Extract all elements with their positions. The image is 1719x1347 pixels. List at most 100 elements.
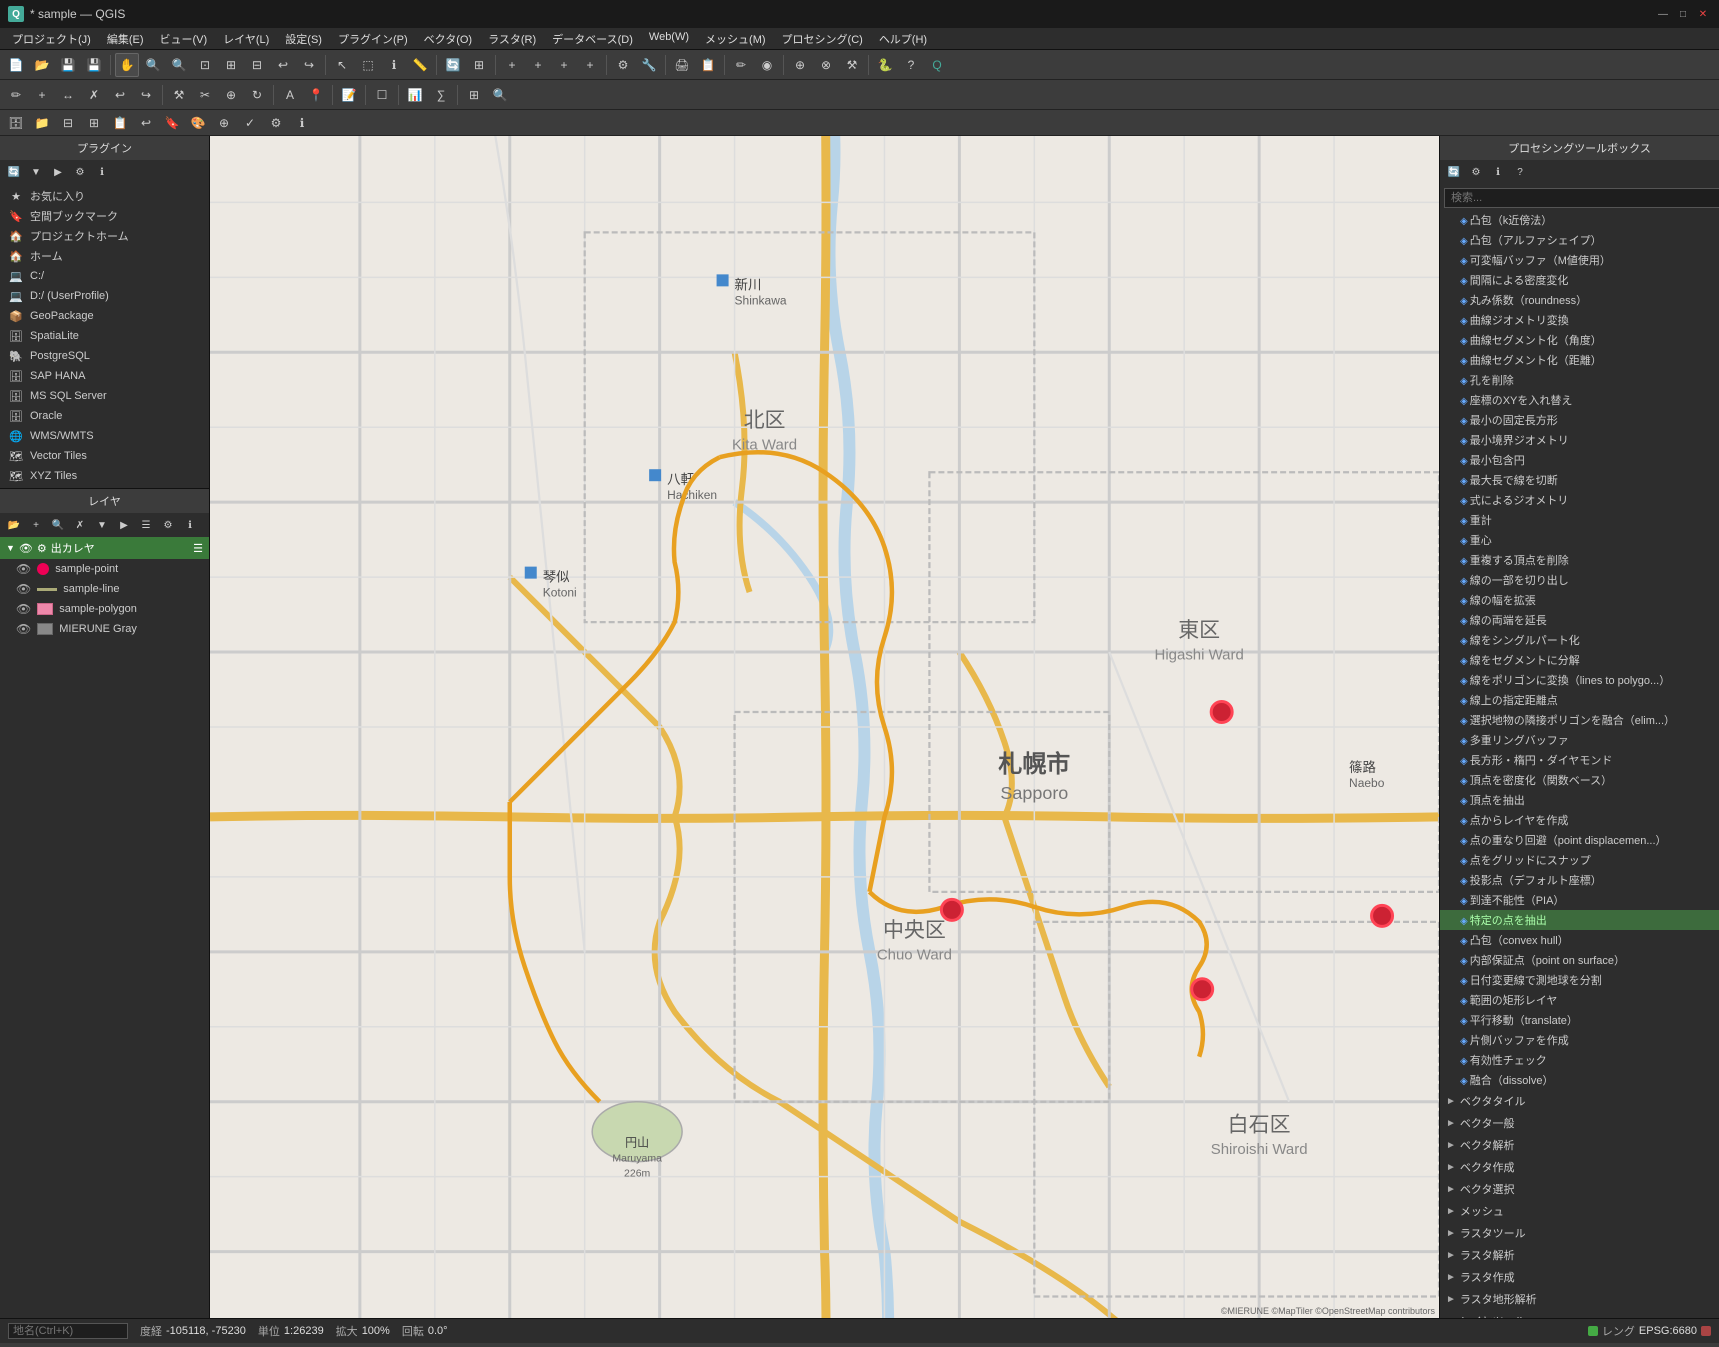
digitize-btn[interactable]: ✏ xyxy=(729,53,753,77)
menu-item-------p-[interactable]: プラグイン(P) xyxy=(330,29,416,49)
tool-item---[interactable]: ◈重計 xyxy=(1440,510,1719,530)
select-rect-btn[interactable]: ⬚ xyxy=(356,53,380,77)
menu-item-----l-[interactable]: レイヤ(L) xyxy=(215,29,277,49)
add-feature-btn[interactable]: + xyxy=(30,83,54,107)
plugin-item----[interactable]: 🏠ホーム xyxy=(0,246,209,266)
field-calc-btn[interactable]: ∑ xyxy=(429,83,453,107)
tool-category------[interactable]: ►ベクタ作成 xyxy=(1440,1156,1719,1178)
tool-item----------[interactable]: ◈線の一部を切り出し xyxy=(1440,570,1719,590)
filter-btn[interactable]: ⊞ xyxy=(462,83,486,107)
tool-item--------[interactable]: ◈特定の点を抽出 xyxy=(1440,910,1719,930)
tool-item----------[interactable]: ◈間隔による密度変化 xyxy=(1440,270,1719,290)
annotation-btn[interactable]: 📝 xyxy=(337,83,361,107)
select-btn[interactable]: ↖ xyxy=(330,53,354,77)
menu-item--------j-[interactable]: プロジェクト(J) xyxy=(4,29,99,49)
menubar-items[interactable]: プロジェクト(J)編集(E)ビュー(V)レイヤ(L)設定(S)プラグイン(P)ベ… xyxy=(4,29,935,49)
tool-item-------------[interactable]: ◈凸包（アルファシェイプ） xyxy=(1440,230,1719,250)
menu-item-----r-[interactable]: ラスタ(R) xyxy=(480,29,544,49)
tool-category------[interactable]: ►ベクタ選択 xyxy=(1440,1178,1719,1200)
plugin-item-sap-hana[interactable]: 🗄SAP HANA xyxy=(0,366,209,386)
tool-category-------[interactable]: ►ラスタツール xyxy=(1440,1222,1719,1244)
stats-btn[interactable]: 📊 xyxy=(403,83,427,107)
tool-item---[interactable]: ◈重心 xyxy=(1440,530,1719,550)
edit-feature-btn[interactable]: ✏ xyxy=(4,83,28,107)
plugin-item------[interactable]: ★お気に入り xyxy=(0,186,209,206)
tool-item-------[interactable]: ◈線の幅を拡張 xyxy=(1440,590,1719,610)
plugin-item-postgresql[interactable]: 🐘PostgreSQL xyxy=(0,346,209,366)
plugin-item-xyz-tiles[interactable]: 🗺XYZ Tiles xyxy=(0,466,209,486)
identify-btn[interactable]: ℹ xyxy=(382,53,406,77)
topology-check-btn[interactable]: ✓ xyxy=(238,111,262,135)
tool-item------[interactable]: ◈頂点を抽出 xyxy=(1440,790,1719,810)
tool-item--------[interactable]: ◈有効性チェック xyxy=(1440,1050,1719,1070)
plugin-item----------[interactable]: 🏠プロジェクトホーム xyxy=(0,226,209,246)
python-btn[interactable]: 🐍 xyxy=(873,53,897,77)
snap-btn[interactable]: ⊕ xyxy=(788,53,812,77)
menu-item----e-[interactable]: 編集(E) xyxy=(99,29,152,49)
epsg-value[interactable]: EPSG:6680 xyxy=(1639,1325,1697,1337)
minimize-button[interactable]: — xyxy=(1655,6,1671,22)
plugin-item-spatialite[interactable]: 🗄SpatiaLite xyxy=(0,326,209,346)
info2-btn[interactable]: ℹ xyxy=(290,111,314,135)
tool-item---------point-displacemen----[interactable]: ◈点の重なり回避（point displacemen...） xyxy=(1440,830,1719,850)
menu-item--------c-[interactable]: プロセシング(C) xyxy=(774,29,871,49)
tool-category------[interactable]: ►ベクタ解析 xyxy=(1440,1134,1719,1156)
layer-settings-btn[interactable]: ⚙ xyxy=(158,515,178,535)
tool-item--------------[interactable]: ◈頂点を密度化（関数ベース） xyxy=(1440,770,1719,790)
tool-item------roundness-[interactable]: ◈丸み係数（roundness） xyxy=(1440,290,1719,310)
pan-back-btn[interactable]: ↪ xyxy=(297,53,321,77)
menu-item-----v-[interactable]: ビュー(V) xyxy=(152,29,216,49)
tool-item-------------[interactable]: ◈投影点（デフォルト座標） xyxy=(1440,870,1719,890)
processing-btn[interactable]: ⚙ xyxy=(611,53,635,77)
rotate-btn[interactable]: ↻ xyxy=(245,83,269,107)
tool-item----------[interactable]: ◈式によるジオメトリ xyxy=(1440,490,1719,510)
undo-history-btn[interactable]: ↩ xyxy=(134,111,158,135)
tool-category------[interactable]: ►ラスタ作成 xyxy=(1440,1266,1719,1288)
tool-item-----------[interactable]: ◈線をセグメントに分解 xyxy=(1440,650,1719,670)
move-btn[interactable]: ↔ xyxy=(56,83,80,107)
tool-category------[interactable]: ►ベクタ一般 xyxy=(1440,1112,1719,1134)
layer-visibility-icon[interactable]: 👁 xyxy=(16,602,31,616)
qgis-btn[interactable]: Q xyxy=(925,53,949,77)
plugin-expand-btn[interactable]: ▶ xyxy=(48,162,68,182)
advanced-edit-btn[interactable]: ⚒ xyxy=(167,83,191,107)
deselect-all-btn[interactable]: ☐ xyxy=(370,83,394,107)
tool-item-------------[interactable]: ◈日付変更線で測地球を分割 xyxy=(1440,970,1719,990)
tool-item----dissolve-[interactable]: ◈融合（dissolve） xyxy=(1440,1070,1719,1090)
layer-visibility-icon[interactable]: 👁 xyxy=(16,562,31,576)
tool-item----------------elim----[interactable]: ◈選択地物の隣接ポリゴンを融合（elim...） xyxy=(1440,710,1719,730)
processing2-btn[interactable]: ⚙ xyxy=(264,111,288,135)
layer-remove-btn[interactable]: ✗ xyxy=(70,515,90,535)
layer-item-sample-polygon[interactable]: 👁sample-polygon xyxy=(0,599,209,619)
tool-item------translate-[interactable]: ◈平行移動（translate） xyxy=(1440,1010,1719,1030)
data-source-btn[interactable]: 🗄 xyxy=(4,111,28,135)
zoom-layer-btn[interactable]: ⊞ xyxy=(219,53,243,77)
refresh-btn[interactable]: 🔄 xyxy=(441,53,465,77)
topology-btn[interactable]: ⊗ xyxy=(814,53,838,77)
zoom-selection-btn[interactable]: ⊟ xyxy=(245,53,269,77)
layer-info-btn[interactable]: ℹ xyxy=(180,515,200,535)
browser-btn[interactable]: 📁 xyxy=(30,111,54,135)
merge-btn[interactable]: ⊕ xyxy=(219,83,243,107)
zoom-out-btn[interactable]: 🔍 xyxy=(167,53,191,77)
new-vector-btn[interactable]: + xyxy=(500,53,524,77)
plugin-item-d----userprofile-[interactable]: 💻D:/ (UserProfile) xyxy=(0,286,209,306)
new-spatial-btn[interactable]: + xyxy=(526,53,550,77)
layer-manager-btn[interactable]: ⊞ xyxy=(467,53,491,77)
tool-item--------[interactable]: ◈線の両端を延長 xyxy=(1440,610,1719,630)
epsg-field[interactable]: レング EPSG:6680 xyxy=(1588,1323,1711,1339)
new-gpx-btn[interactable]: + xyxy=(552,53,576,77)
layer-collapse-btn[interactable]: ▼ xyxy=(92,515,112,535)
delete-feature-btn[interactable]: ✗ xyxy=(82,83,106,107)
print-btn[interactable]: 🖨 xyxy=(670,53,694,77)
layer-menu-btn[interactable]: ☰ xyxy=(136,515,156,535)
maximize-button[interactable]: □ xyxy=(1675,6,1691,22)
measure-btn[interactable]: 📏 xyxy=(408,53,432,77)
layer-item-mierune-gray[interactable]: 👁MIERUNE Gray xyxy=(0,619,209,639)
tool-item---------[interactable]: ◈線上の指定距離点 xyxy=(1440,690,1719,710)
open-btn[interactable]: 📂 xyxy=(30,53,54,77)
menu-item----s-[interactable]: 設定(S) xyxy=(277,29,330,49)
tool-category--------[interactable]: ►ラスタ地形解析 xyxy=(1440,1288,1719,1310)
plugin-item-oracle[interactable]: 🗄Oracle xyxy=(0,406,209,426)
processing-search-input[interactable] xyxy=(1444,188,1719,208)
